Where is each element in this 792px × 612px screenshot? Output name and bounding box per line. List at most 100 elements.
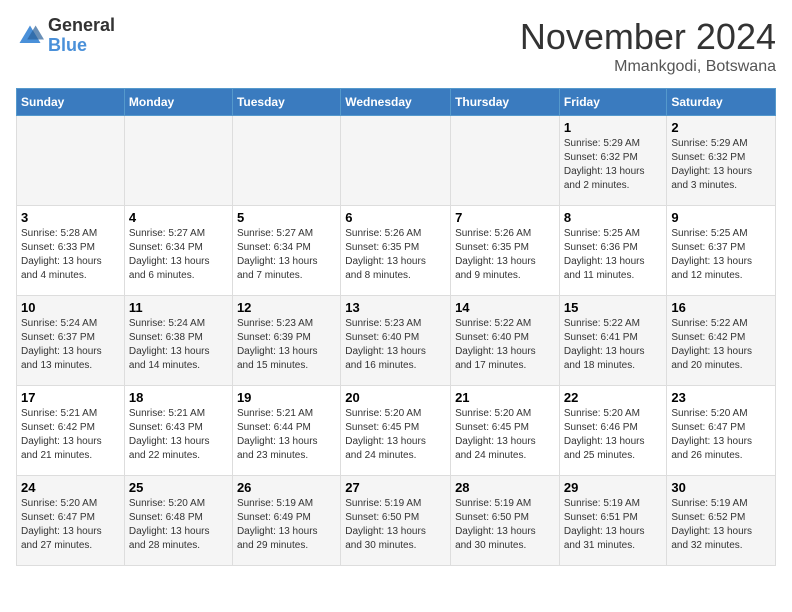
weekday-header-thursday: Thursday bbox=[451, 89, 560, 116]
calendar-cell: 4 Sunrise: 5:27 AM Sunset: 6:34 PM Daylig… bbox=[124, 206, 232, 296]
day-info: Sunrise: 5:28 AM Sunset: 6:33 PM Dayligh… bbox=[21, 227, 120, 283]
day-info: Sunrise: 5:22 AM Sunset: 6:42 PM Dayligh… bbox=[671, 317, 771, 373]
day-info: Sunrise: 5:25 AM Sunset: 6:37 PM Dayligh… bbox=[671, 227, 771, 283]
day-number: 27 bbox=[345, 480, 446, 495]
day-info: Sunrise: 5:24 AM Sunset: 6:38 PM Dayligh… bbox=[129, 317, 228, 373]
day-number: 5 bbox=[237, 210, 336, 225]
day-number: 30 bbox=[671, 480, 771, 495]
day-info: Sunrise: 5:20 AM Sunset: 6:45 PM Dayligh… bbox=[345, 407, 446, 463]
calendar-cell: 5 Sunrise: 5:27 AM Sunset: 6:34 PM Daylig… bbox=[232, 206, 340, 296]
day-info: Sunrise: 5:29 AM Sunset: 6:32 PM Dayligh… bbox=[671, 137, 771, 193]
calendar-header-row: SundayMondayTuesdayWednesdayThursdayFrid… bbox=[17, 89, 776, 116]
calendar-cell: 10 Sunrise: 5:24 AM Sunset: 6:37 PM Dayli… bbox=[17, 296, 125, 386]
day-number: 21 bbox=[455, 390, 555, 405]
day-info: Sunrise: 5:19 AM Sunset: 6:51 PM Dayligh… bbox=[564, 497, 663, 553]
calendar-cell: 25Sunrise: 5:20 AM Sunset: 6:48 PM Dayli… bbox=[124, 476, 232, 566]
day-info: Sunrise: 5:27 AM Sunset: 6:34 PM Dayligh… bbox=[129, 227, 228, 283]
calendar-cell: 21 Sunrise: 5:20 AM Sunset: 6:45 PM Dayli… bbox=[451, 386, 560, 476]
calendar-cell bbox=[17, 116, 125, 206]
day-number: 3 bbox=[21, 210, 120, 225]
day-info: Sunrise: 5:27 AM Sunset: 6:34 PM Dayligh… bbox=[237, 227, 336, 283]
calendar-cell: 2 Sunrise: 5:29 AM Sunset: 6:32 PM Daylig… bbox=[667, 116, 776, 206]
calendar-cell: 6 Sunrise: 5:26 AM Sunset: 6:35 PM Daylig… bbox=[341, 206, 451, 296]
calendar-week-row: 1 Sunrise: 5:29 AM Sunset: 6:32 PM Daylig… bbox=[17, 116, 776, 206]
location-title: Mmankgodi, Botswana bbox=[520, 58, 776, 76]
day-number: 14 bbox=[455, 300, 555, 315]
day-info: Sunrise: 5:21 AM Sunset: 6:44 PM Dayligh… bbox=[237, 407, 336, 463]
day-info: Sunrise: 5:20 AM Sunset: 6:45 PM Dayligh… bbox=[455, 407, 555, 463]
day-info: Sunrise: 5:20 AM Sunset: 6:46 PM Dayligh… bbox=[564, 407, 663, 463]
day-number: 4 bbox=[129, 210, 228, 225]
title-block: November 2024 Mmankgodi, Botswana bbox=[520, 16, 776, 76]
day-number: 29 bbox=[564, 480, 663, 495]
day-info: Sunrise: 5:19 AM Sunset: 6:49 PM Dayligh… bbox=[237, 497, 336, 553]
calendar-cell: 14 Sunrise: 5:22 AM Sunset: 6:40 PM Dayli… bbox=[451, 296, 560, 386]
day-number: 22 bbox=[564, 390, 663, 405]
calendar-cell: 22 Sunrise: 5:20 AM Sunset: 6:46 PM Dayli… bbox=[559, 386, 667, 476]
calendar-cell: 11 Sunrise: 5:24 AM Sunset: 6:38 PM Dayli… bbox=[124, 296, 232, 386]
calendar-cell bbox=[341, 116, 451, 206]
day-number: 26 bbox=[237, 480, 336, 495]
calendar-cell: 17Sunrise: 5:21 AM Sunset: 6:42 PM Dayli… bbox=[17, 386, 125, 476]
calendar-cell: 20 Sunrise: 5:20 AM Sunset: 6:45 PM Dayli… bbox=[341, 386, 451, 476]
day-number: 25 bbox=[129, 480, 228, 495]
day-info: Sunrise: 5:19 AM Sunset: 6:50 PM Dayligh… bbox=[455, 497, 555, 553]
calendar-cell: 29 Sunrise: 5:19 AM Sunset: 6:51 PM Dayli… bbox=[559, 476, 667, 566]
day-number: 9 bbox=[671, 210, 771, 225]
calendar-cell bbox=[232, 116, 340, 206]
day-number: 19 bbox=[237, 390, 336, 405]
day-number: 12 bbox=[237, 300, 336, 315]
day-info: Sunrise: 5:21 AM Sunset: 6:42 PM Dayligh… bbox=[21, 407, 120, 463]
weekday-header-wednesday: Wednesday bbox=[341, 89, 451, 116]
weekday-header-saturday: Saturday bbox=[667, 89, 776, 116]
logo: GeneralBlue bbox=[16, 16, 115, 56]
calendar-cell: 24 Sunrise: 5:20 AM Sunset: 6:47 PM Dayli… bbox=[17, 476, 125, 566]
calendar-week-row: 17Sunrise: 5:21 AM Sunset: 6:42 PM Dayli… bbox=[17, 386, 776, 476]
day-info: Sunrise: 5:20 AM Sunset: 6:47 PM Dayligh… bbox=[671, 407, 771, 463]
day-info: Sunrise: 5:23 AM Sunset: 6:39 PM Dayligh… bbox=[237, 317, 336, 373]
day-info: Sunrise: 5:26 AM Sunset: 6:35 PM Dayligh… bbox=[345, 227, 446, 283]
calendar-cell: 18 Sunrise: 5:21 AM Sunset: 6:43 PM Dayli… bbox=[124, 386, 232, 476]
calendar-cell: 7 Sunrise: 5:26 AM Sunset: 6:35 PM Daylig… bbox=[451, 206, 560, 296]
day-number: 6 bbox=[345, 210, 446, 225]
calendar-table: SundayMondayTuesdayWednesdayThursdayFrid… bbox=[16, 88, 776, 566]
day-number: 7 bbox=[455, 210, 555, 225]
day-number: 8 bbox=[564, 210, 663, 225]
day-number: 20 bbox=[345, 390, 446, 405]
day-info: Sunrise: 5:20 AM Sunset: 6:47 PM Dayligh… bbox=[21, 497, 120, 553]
day-info: Sunrise: 5:23 AM Sunset: 6:40 PM Dayligh… bbox=[345, 317, 446, 373]
day-number: 18 bbox=[129, 390, 228, 405]
calendar-cell: 27 Sunrise: 5:19 AM Sunset: 6:50 PM Dayli… bbox=[341, 476, 451, 566]
calendar-cell: 1Sunrise: 5:29 AM Sunset: 6:32 PM Daylig… bbox=[559, 116, 667, 206]
page-header: GeneralBlue November 2024 Mmankgodi, Bot… bbox=[16, 16, 776, 76]
day-info: Sunrise: 5:26 AM Sunset: 6:35 PM Dayligh… bbox=[455, 227, 555, 283]
day-info: Sunrise: 5:21 AM Sunset: 6:43 PM Dayligh… bbox=[129, 407, 228, 463]
calendar-cell bbox=[124, 116, 232, 206]
day-number: 15 bbox=[564, 300, 663, 315]
calendar-week-row: 24 Sunrise: 5:20 AM Sunset: 6:47 PM Dayli… bbox=[17, 476, 776, 566]
calendar-cell: 9 Sunrise: 5:25 AM Sunset: 6:37 PM Daylig… bbox=[667, 206, 776, 296]
weekday-header-tuesday: Tuesday bbox=[232, 89, 340, 116]
weekday-header-monday: Monday bbox=[124, 89, 232, 116]
calendar-cell: 16 Sunrise: 5:22 AM Sunset: 6:42 PM Dayli… bbox=[667, 296, 776, 386]
day-info: Sunrise: 5:25 AM Sunset: 6:36 PM Dayligh… bbox=[564, 227, 663, 283]
calendar-cell bbox=[451, 116, 560, 206]
calendar-week-row: 10 Sunrise: 5:24 AM Sunset: 6:37 PM Dayli… bbox=[17, 296, 776, 386]
day-number: 23 bbox=[671, 390, 771, 405]
calendar-cell: 8 Sunrise: 5:25 AM Sunset: 6:36 PM Daylig… bbox=[559, 206, 667, 296]
month-title: November 2024 bbox=[520, 16, 776, 58]
day-number: 11 bbox=[129, 300, 228, 315]
weekday-header-friday: Friday bbox=[559, 89, 667, 116]
day-number: 10 bbox=[21, 300, 120, 315]
day-number: 24 bbox=[21, 480, 120, 495]
calendar-cell: 12 Sunrise: 5:23 AM Sunset: 6:39 PM Dayli… bbox=[232, 296, 340, 386]
day-info: Sunrise: 5:24 AM Sunset: 6:37 PM Dayligh… bbox=[21, 317, 120, 373]
calendar-week-row: 3 Sunrise: 5:28 AM Sunset: 6:33 PM Daylig… bbox=[17, 206, 776, 296]
calendar-cell: 15Sunrise: 5:22 AM Sunset: 6:41 PM Dayli… bbox=[559, 296, 667, 386]
day-info: Sunrise: 5:22 AM Sunset: 6:40 PM Dayligh… bbox=[455, 317, 555, 373]
day-number: 16 bbox=[671, 300, 771, 315]
day-number: 2 bbox=[671, 120, 771, 135]
calendar-cell: 26 Sunrise: 5:19 AM Sunset: 6:49 PM Dayli… bbox=[232, 476, 340, 566]
day-number: 1 bbox=[564, 120, 663, 135]
day-info: Sunrise: 5:19 AM Sunset: 6:50 PM Dayligh… bbox=[345, 497, 446, 553]
